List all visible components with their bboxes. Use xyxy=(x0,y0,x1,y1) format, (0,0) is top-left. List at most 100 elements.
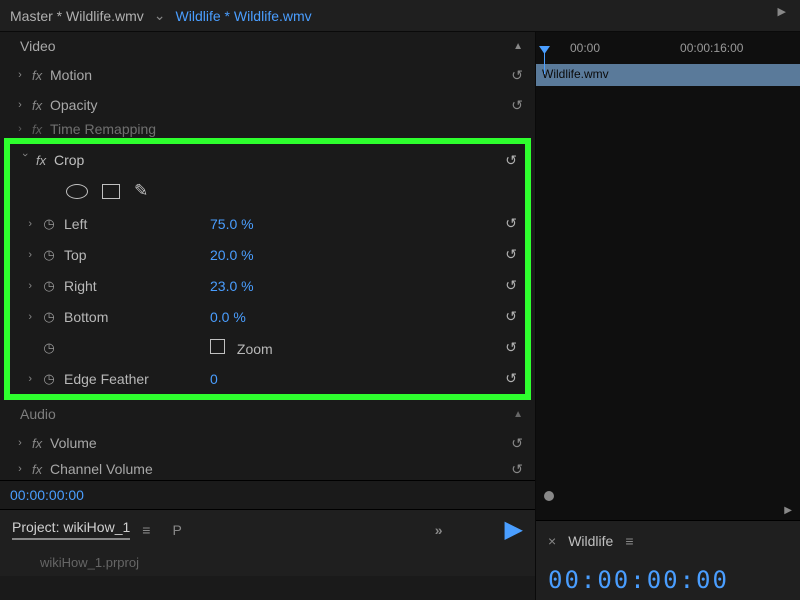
chevron-right-icon[interactable]: › xyxy=(12,123,28,135)
param-value[interactable]: 75.0 % xyxy=(210,216,497,232)
timeline-panel: 00:00 00:00:16:00 Wildlife.wmv ▶ × Wildl… xyxy=(535,32,800,600)
overflow-menu-icon[interactable]: » xyxy=(435,522,443,538)
reset-icon[interactable]: ↺ xyxy=(497,215,517,232)
audio-section-header[interactable]: Audio ▲ xyxy=(0,400,535,428)
timeline-ruler[interactable]: 00:00 00:00:16:00 xyxy=(536,32,800,64)
param-value[interactable]: 23.0 % xyxy=(210,278,497,294)
param-value[interactable]: 0 xyxy=(210,371,497,387)
panel-menu-icon[interactable]: ≡ xyxy=(142,522,150,538)
master-clip-label[interactable]: Master * Wildlife.wmv xyxy=(10,8,144,24)
effect-label: Crop xyxy=(54,152,497,168)
effect-opacity[interactable]: › fx Opacity ↺ xyxy=(0,90,535,120)
crop-effect-highlighted: › fx Crop ↺ ✎ › ◷ Left 75.0 % ↺ xyxy=(4,138,531,400)
chevron-down-icon[interactable]: ⌄ xyxy=(154,7,166,24)
project-file-label[interactable]: wikiHow_1.prproj xyxy=(0,549,535,576)
param-bottom: › ◷ Bottom 0.0 % ↺ xyxy=(10,301,525,332)
panel-menu-icon[interactable]: ≡ xyxy=(625,533,633,549)
source-timecode[interactable]: 00:00:00:00 xyxy=(0,480,535,509)
effect-crop-header[interactable]: › fx Crop ↺ xyxy=(10,144,525,176)
chevron-right-icon[interactable]: › xyxy=(12,69,28,81)
close-icon[interactable]: × xyxy=(548,533,556,549)
stopwatch-icon[interactable]: ◷ xyxy=(38,371,60,387)
stopwatch-icon[interactable]: ◷ xyxy=(38,247,60,263)
reset-icon[interactable]: ↺ xyxy=(503,67,523,84)
zoom-label: Zoom xyxy=(237,341,273,357)
ruler-tick-end: 00:00:16:00 xyxy=(680,41,743,55)
param-label: Left xyxy=(60,216,210,232)
fx-badge-icon: fx xyxy=(28,98,50,113)
rectangle-mask-icon[interactable] xyxy=(102,184,120,199)
zoom-control: Zoom xyxy=(210,339,497,357)
project-panel-tabs: Project: wikiHow_1 ≡ P » ▶ xyxy=(0,509,535,549)
chevron-right-icon[interactable]: › xyxy=(18,373,38,385)
header-bar: Master * Wildlife.wmv ⌄ Wildlife * Wildl… xyxy=(0,0,800,32)
audio-section-label: Audio xyxy=(20,406,56,422)
sequence-panel-tabs: × Wildlife ≡ xyxy=(536,520,800,560)
param-right: › ◷ Right 23.0 % ↺ xyxy=(10,270,525,301)
project-tab[interactable]: Project: wikiHow_1 xyxy=(12,519,130,540)
reset-icon[interactable]: ↺ xyxy=(497,370,517,387)
video-section-label: Video xyxy=(20,38,56,54)
mask-shape-row: ✎ xyxy=(10,176,525,208)
stopwatch-icon[interactable]: ◷ xyxy=(38,278,60,294)
reset-icon[interactable]: ↺ xyxy=(497,152,517,169)
effect-time-remapping[interactable]: › fx Time Remapping xyxy=(0,120,535,138)
stopwatch-icon[interactable]: ◷ xyxy=(38,216,60,232)
param-value[interactable]: 0.0 % xyxy=(210,309,497,325)
chevron-right-icon[interactable]: › xyxy=(18,218,38,230)
reset-icon[interactable]: ↺ xyxy=(497,277,517,294)
param-zoom: ◷ Zoom ↺ xyxy=(10,332,525,363)
effect-motion[interactable]: › fx Motion ↺ xyxy=(0,60,535,90)
collapse-up-icon[interactable]: ▲ xyxy=(513,409,523,420)
param-left: › ◷ Left 75.0 % ↺ xyxy=(10,208,525,239)
stopwatch-icon[interactable]: ◷ xyxy=(38,309,60,325)
effect-volume[interactable]: › fx Volume ↺ xyxy=(0,428,535,458)
sequence-timecode[interactable]: 00:00:00:00 xyxy=(536,560,800,600)
fx-badge-icon: fx xyxy=(28,462,50,477)
collapse-up-icon[interactable]: ▲ xyxy=(513,41,523,52)
stopwatch-icon[interactable]: ◷ xyxy=(38,340,60,356)
param-label: Right xyxy=(60,278,210,294)
effect-channel-volume[interactable]: › fx Channel Volume ↺ xyxy=(0,458,535,480)
reset-icon[interactable]: ↺ xyxy=(497,339,517,356)
fx-badge-icon: fx xyxy=(28,122,50,137)
reset-icon[interactable]: ↺ xyxy=(497,246,517,263)
param-value[interactable]: 20.0 % xyxy=(210,247,497,263)
active-clip-label[interactable]: Wildlife * Wildlife.wmv xyxy=(176,8,312,24)
chevron-right-icon[interactable]: › xyxy=(12,99,28,111)
video-section-header[interactable]: Video ▲ xyxy=(0,32,535,60)
zoom-checkbox[interactable] xyxy=(210,339,225,354)
fx-badge-icon: fx xyxy=(28,436,50,451)
playhead-cursor-icon[interactable]: ▶ xyxy=(505,515,523,544)
ruler-tick-start: 00:00 xyxy=(570,41,600,55)
reset-icon[interactable]: ↺ xyxy=(497,308,517,325)
param-top: › ◷ Top 20.0 % ↺ xyxy=(10,239,525,270)
forward-icon[interactable]: ▶ xyxy=(536,501,800,520)
zoom-scrubber-handle[interactable] xyxy=(544,491,554,501)
param-label: Edge Feather xyxy=(60,371,210,387)
effect-label: Opacity xyxy=(50,97,503,113)
effect-label: Volume xyxy=(50,435,503,451)
effect-controls-panel: Video ▲ › fx Motion ↺ › fx Opacity ↺ › f… xyxy=(0,32,535,600)
chevron-down-icon[interactable]: › xyxy=(19,153,31,167)
effect-label: Channel Volume xyxy=(50,461,503,477)
reset-icon[interactable]: ↺ xyxy=(503,97,523,114)
truncated-tab[interactable]: P xyxy=(172,522,181,538)
timeline-clip[interactable]: Wildlife.wmv xyxy=(536,64,800,86)
fx-badge-icon: fx xyxy=(28,68,50,83)
sequence-tab[interactable]: Wildlife xyxy=(568,533,613,549)
chevron-right-icon[interactable]: › xyxy=(12,437,28,449)
reset-icon[interactable]: ↺ xyxy=(503,461,523,478)
ellipse-mask-icon[interactable] xyxy=(66,184,88,199)
chevron-right-icon[interactable]: › xyxy=(12,463,28,475)
effect-label: Time Remapping xyxy=(50,121,523,137)
param-edge-feather: › ◷ Edge Feather 0 ↺ xyxy=(10,363,525,394)
fx-badge-icon: fx xyxy=(32,153,54,168)
reset-icon[interactable]: ↺ xyxy=(503,435,523,452)
pen-mask-icon[interactable]: ✎ xyxy=(134,181,148,201)
play-icon[interactable]: ▶ xyxy=(778,5,786,18)
effect-label: Motion xyxy=(50,67,503,83)
chevron-right-icon[interactable]: › xyxy=(18,249,38,261)
chevron-right-icon[interactable]: › xyxy=(18,280,38,292)
chevron-right-icon[interactable]: › xyxy=(18,311,38,323)
